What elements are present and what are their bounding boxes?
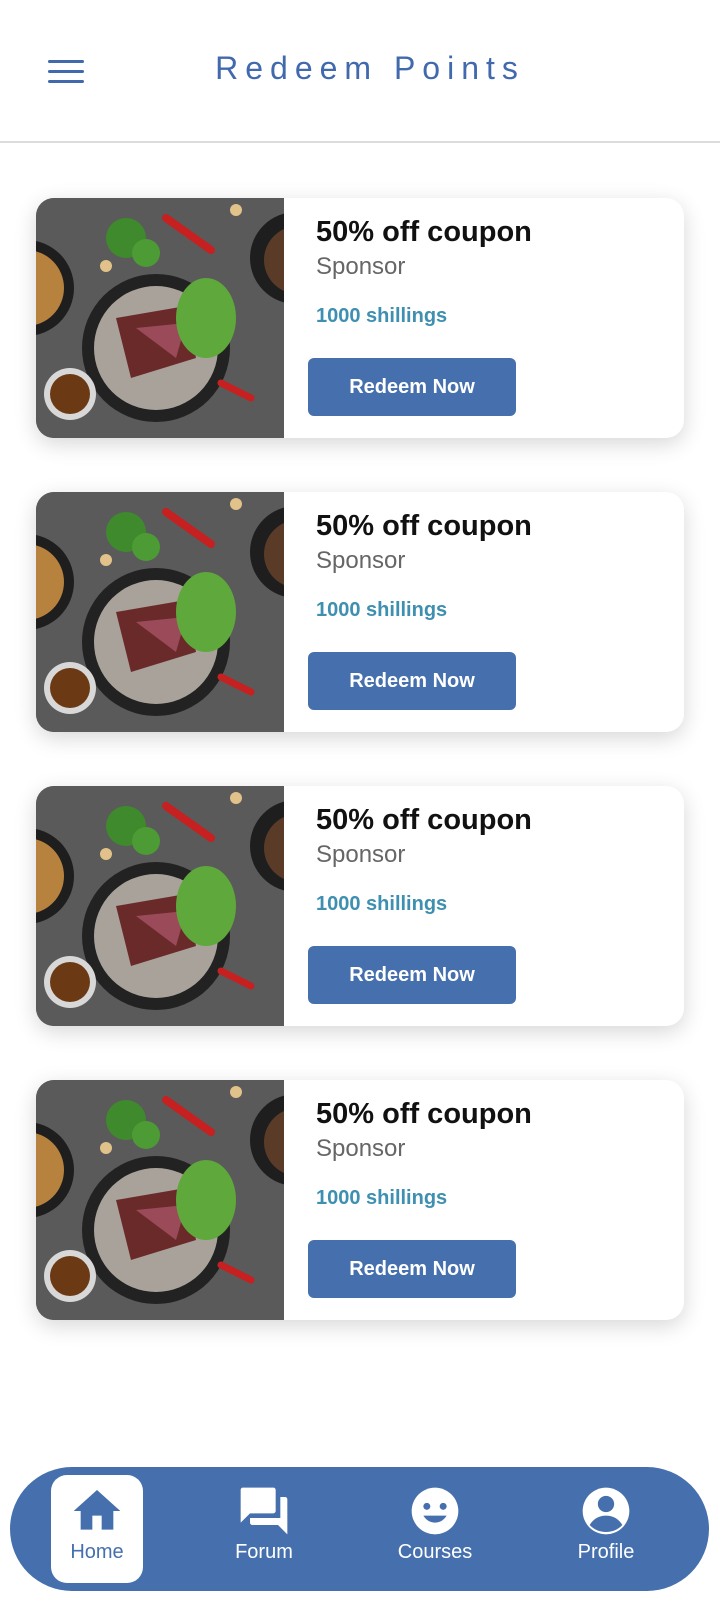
coupon-title: 50% off coupon — [316, 804, 532, 836]
food-image — [36, 786, 284, 1026]
coupon-points: 1000 shillings — [316, 893, 448, 915]
forum-icon — [240, 1487, 288, 1535]
nav-label: Home — [70, 1541, 124, 1563]
food-image — [36, 1080, 284, 1320]
redeem-now-button[interactable]: Redeem Now — [308, 358, 516, 416]
redeem-now-button[interactable]: Redeem Now — [308, 652, 516, 710]
nav-item-forum[interactable]: Forum — [218, 1475, 310, 1583]
nav-item-courses[interactable]: Courses — [389, 1475, 481, 1583]
coupon-card: 50% off coupon Sponsor 1000 shillings Re… — [36, 198, 684, 438]
coupon-points: 1000 shillings — [316, 1187, 448, 1209]
coupon-title: 50% off coupon — [316, 510, 532, 542]
nav-item-home[interactable]: Home — [51, 1475, 143, 1583]
coupon-sponsor: Sponsor — [316, 1135, 406, 1162]
account-circle-icon — [582, 1487, 630, 1535]
app-header: Redeem Points — [0, 0, 720, 143]
coupon-points: 1000 shillings — [316, 305, 448, 327]
coupon-points: 1000 shillings — [316, 599, 448, 621]
page-title: Redeem Points — [215, 50, 525, 86]
home-icon — [73, 1490, 121, 1530]
coupon-sponsor: Sponsor — [316, 841, 406, 868]
coupon-sponsor: Sponsor — [316, 253, 406, 280]
nav-label: Courses — [397, 1541, 473, 1563]
bottom-navigation: Home Forum Courses Profile — [10, 1467, 709, 1591]
coupon-card: 50% off coupon Sponsor 1000 shillings Re… — [36, 786, 684, 1026]
redeem-now-button[interactable]: Redeem Now — [308, 946, 516, 1004]
coupon-sponsor: Sponsor — [316, 547, 406, 574]
nav-label: Forum — [235, 1541, 293, 1563]
smiley-icon — [411, 1487, 459, 1535]
coupon-title: 50% off coupon — [316, 216, 532, 248]
food-image — [36, 492, 284, 732]
nav-item-profile[interactable]: Profile — [560, 1475, 652, 1583]
food-image — [36, 198, 284, 438]
coupon-list: 50% off coupon Sponsor 1000 shillings Re… — [36, 198, 684, 1374]
coupon-card: 50% off coupon Sponsor 1000 shillings Re… — [36, 492, 684, 732]
coupon-title: 50% off coupon — [316, 1098, 532, 1130]
nav-label: Profile — [577, 1541, 635, 1563]
coupon-card: 50% off coupon Sponsor 1000 shillings Re… — [36, 1080, 684, 1320]
redeem-now-button[interactable]: Redeem Now — [308, 1240, 516, 1298]
